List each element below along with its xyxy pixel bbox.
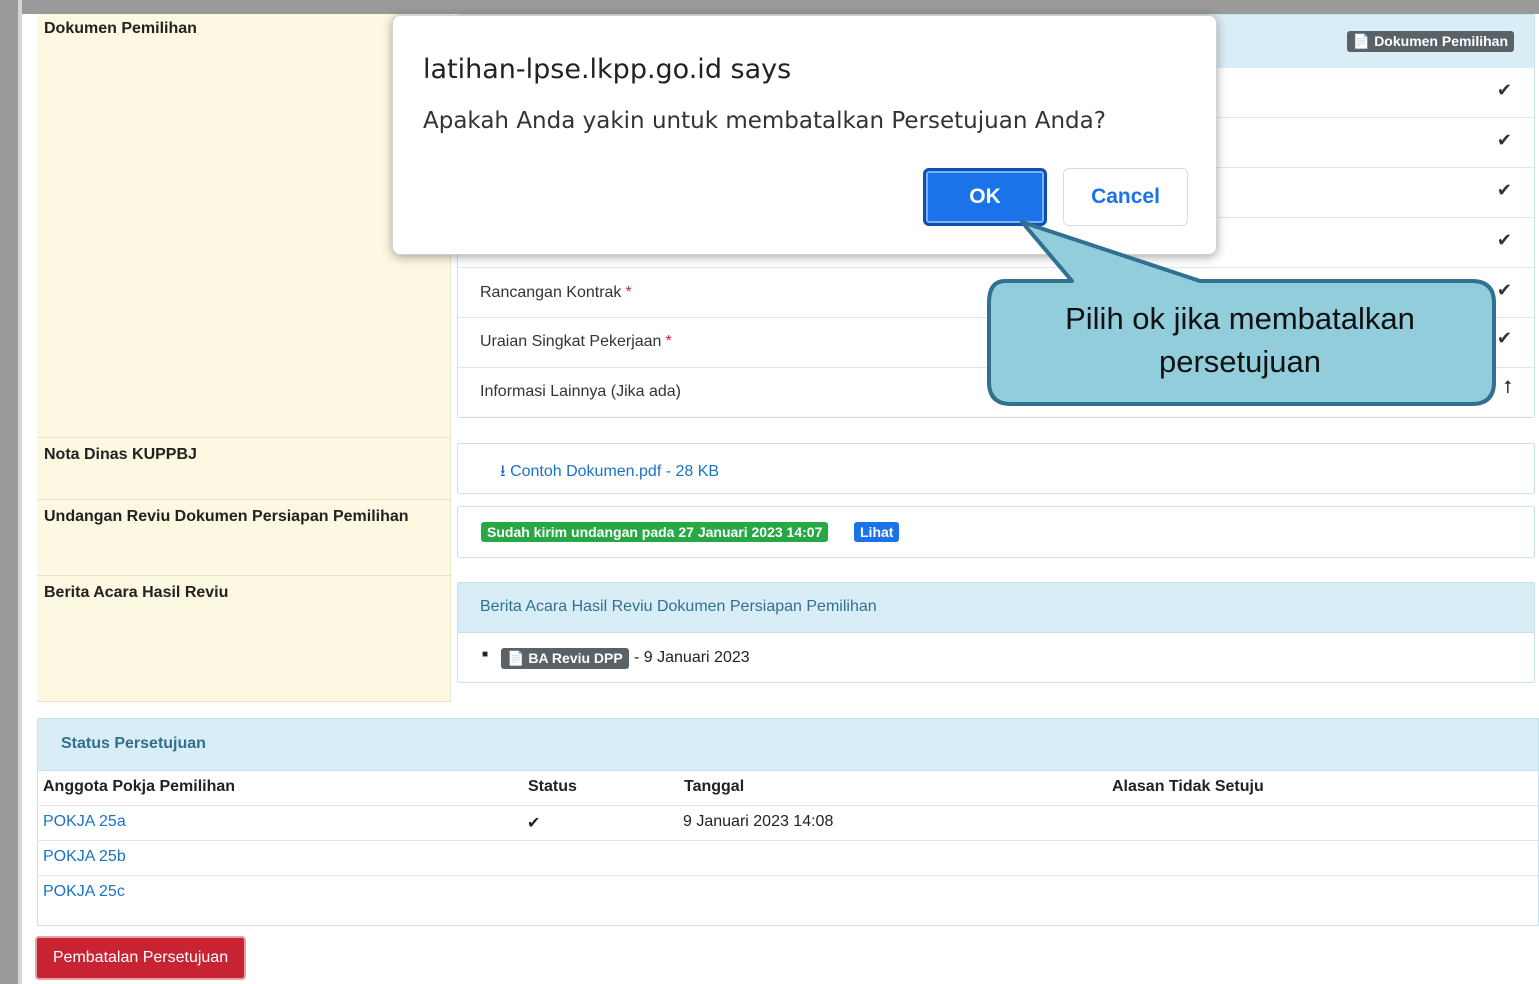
check-icon: ✔ xyxy=(1496,230,1512,250)
list-item-label: Uraian Singkat Pekerjaan * xyxy=(480,333,672,350)
check-icon: ✔ xyxy=(1496,280,1512,300)
dialog-title: latihan-lpse.lkpp.go.id says xyxy=(423,54,792,85)
label-cell-berita-acara: Berita Acara Hasil Reviu xyxy=(37,576,451,702)
undangan-panel: Sudah kirim undangan pada 27 Januari 202… xyxy=(457,506,1535,558)
confirm-dialog: latihan-lpse.lkpp.go.id says Apakah Anda… xyxy=(392,15,1217,255)
label-cell-dokumen-pemilihan: Dokumen Pemilihan xyxy=(37,14,451,438)
label-cell-nota-dinas: Nota Dinas KUPPBJ xyxy=(37,438,451,500)
list-item-label: Informasi Lainnya (Jika ada) xyxy=(480,383,681,400)
window-frame-left-inner xyxy=(18,0,22,984)
berita-acara-head-text: Berita Acara Hasil Reviu Dokumen Persiap… xyxy=(480,598,877,615)
status-persetujuan-title: Status Persetujuan xyxy=(61,735,206,752)
column-header-anggota: Anggota Pokja Pemilihan xyxy=(43,778,236,795)
dokumen-pemilihan-badge[interactable]: 📄 Dokumen Pemilihan xyxy=(1346,31,1514,52)
window-frame-top xyxy=(0,0,1539,14)
anggota-link[interactable]: POKJA 25a xyxy=(43,813,126,831)
berita-acara-label: Berita Acara Hasil Reviu xyxy=(44,584,229,601)
column-header-alasan: Alasan Tidak Setuju xyxy=(1112,778,1264,795)
pembatalan-persetujuan-button[interactable]: Pembatalan Persetujuan xyxy=(35,936,246,980)
bullet-icon: ■ xyxy=(482,649,489,660)
column-header-tanggal: Tanggal xyxy=(684,778,745,795)
upload-icon[interactable]: ⭡ xyxy=(1504,377,1512,398)
nota-dinas-label: Nota Dinas KUPPBJ xyxy=(44,446,197,463)
column-header-status: Status xyxy=(528,778,577,795)
file-icon: 📄 xyxy=(1352,33,1371,49)
dialog-message: Apakah Anda yakin untuk membatalkan Pers… xyxy=(423,108,1106,134)
cancel-button[interactable]: Cancel xyxy=(1063,168,1188,226)
dokumen-pemilihan-label: Dokumen Pemilihan xyxy=(44,20,197,37)
download-icon: ⭳ xyxy=(500,463,506,480)
download-link[interactable]: ⭳ Contoh Dokumen.pdf - 28 KB xyxy=(500,460,719,487)
undangan-status-badge: Sudah kirim undangan pada 27 Januari 202… xyxy=(481,522,829,542)
table-row: POKJA 25c xyxy=(37,875,1539,910)
callout-line-1: Pilih ok jika membatalkan xyxy=(1065,301,1415,336)
status-persetujuan-head: Status Persetujuan xyxy=(38,719,1538,771)
callout-text: Pilih ok jika membatalkan persetujuan xyxy=(990,297,1490,383)
ba-reviu-badge[interactable]: 📄 BA Reviu DPP xyxy=(501,648,629,669)
check-icon: ✔ xyxy=(527,815,541,832)
file-icon: 📄 xyxy=(507,650,525,666)
dokumen-pemilihan-badge-label: Dokumen Pemilihan xyxy=(1374,33,1508,49)
check-icon: ✔ xyxy=(1496,180,1512,200)
ba-reviu-badge-label: BA Reviu DPP xyxy=(528,650,623,666)
table-row: POKJA 25b xyxy=(37,840,1539,875)
label-cell-undangan: Undangan Reviu Dokumen Persiapan Pemilih… xyxy=(37,500,451,576)
list-item-label: Rancangan Kontrak * xyxy=(480,284,632,301)
table-row: POKJA 25a ✔ 9 Januari 2023 14:08 xyxy=(37,805,1539,840)
ba-reviu-date: - 9 Januari 2023 xyxy=(634,649,750,666)
tanggal-cell: 9 Januari 2023 14:08 xyxy=(683,813,834,830)
nota-dinas-panel: ⭳ Contoh Dokumen.pdf - 28 KB xyxy=(457,443,1535,494)
lihat-button[interactable]: Lihat xyxy=(854,522,900,542)
download-file-label: Contoh Dokumen.pdf - 28 KB xyxy=(510,463,720,480)
check-icon: ✔ xyxy=(1496,130,1512,150)
anggota-link[interactable]: POKJA 25c xyxy=(43,883,125,901)
check-icon: ✔ xyxy=(1496,328,1512,348)
ok-button[interactable]: OK xyxy=(923,168,1047,226)
berita-acara-panel: Berita Acara Hasil Reviu Dokumen Persiap… xyxy=(457,582,1535,683)
callout-line-2: persetujuan xyxy=(1158,344,1321,379)
check-icon: ✔ xyxy=(1496,80,1512,100)
undangan-label: Undangan Reviu Dokumen Persiapan Pemilih… xyxy=(44,508,409,525)
anggota-link[interactable]: POKJA 25b xyxy=(43,848,126,866)
berita-acara-panel-head: Berita Acara Hasil Reviu Dokumen Persiap… xyxy=(458,583,1534,633)
